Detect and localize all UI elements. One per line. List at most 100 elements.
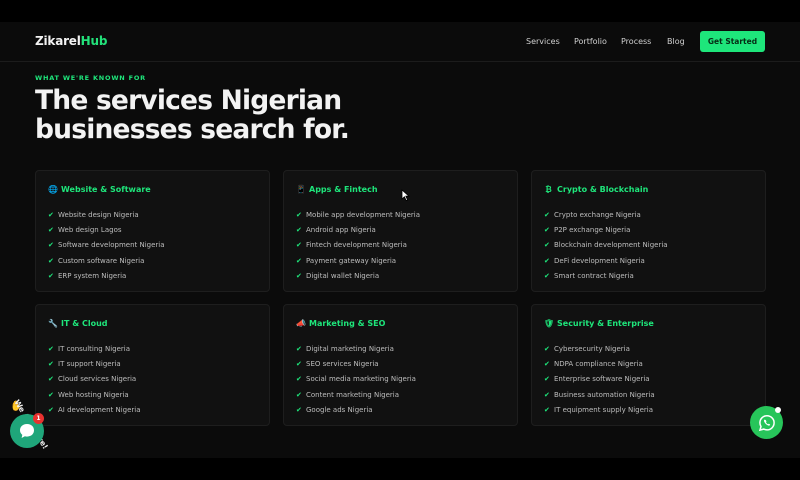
check-icon: ✔: [48, 390, 54, 399]
service-list-item: ✔ Google ads Nigeria: [296, 402, 416, 417]
service-list-item-text: Blockchain development Nigeria: [554, 241, 668, 250]
service-list-item-text: Software development Nigeria: [58, 241, 165, 250]
service-list-item: ✔ AI development Nigeria: [48, 402, 141, 417]
logo-text-primary: Zikarel: [35, 34, 81, 48]
service-list-item-text: Cloud services Nigeria: [58, 375, 137, 384]
check-icon: ✔: [48, 375, 54, 384]
service-list-item-text: NDPA compliance Nigeria: [554, 359, 643, 368]
check-icon: ✔: [296, 241, 302, 250]
card-title: 📱 Apps & Fintech: [296, 185, 378, 194]
page-frame: ZikarelHub Services Portfolio Process Bl…: [0, 22, 800, 458]
service-list-item-text: Social media marketing Nigeria: [306, 375, 416, 384]
check-icon: ✔: [544, 241, 550, 250]
site-header: ZikarelHub Services Portfolio Process Bl…: [0, 22, 800, 62]
nav-services[interactable]: Services: [526, 37, 560, 46]
logo-text-accent: Hub: [80, 34, 108, 48]
service-list-item-text: DeFi development Nigeria: [554, 256, 645, 265]
service-list-item: ✔ Mobile app development Nigeria: [296, 207, 420, 222]
service-list: ✔ Digital marketing Nigeria ✔ SEO services …: [296, 341, 416, 417]
check-icon: ✔: [48, 344, 54, 353]
check-icon: ✔: [544, 390, 550, 399]
service-list: ✔ Website design Nigeria ✔ Web design Lagos…: [48, 207, 165, 283]
service-list-item-text: Cybersecurity Nigeria: [554, 344, 630, 353]
check-icon: ✔: [48, 241, 54, 250]
service-list-item: ✔ Enterprise software Nigeria: [544, 372, 655, 387]
section-headline: The services Nigerian businesses search …: [35, 86, 350, 145]
check-icon: ✔: [544, 375, 550, 384]
service-list-item-text: Android app Nigeria: [306, 225, 376, 234]
check-icon: ✔: [296, 344, 302, 353]
service-list-item: ✔ Crypto exchange Nigeria: [544, 207, 668, 222]
check-icon: ✔: [296, 256, 302, 265]
get-started-button[interactable]: Get Started: [700, 31, 765, 52]
check-icon: ✔: [544, 256, 550, 265]
card-title-text: IT & Cloud: [61, 319, 108, 328]
service-list-item: ✔ Digital marketing Nigeria: [296, 341, 416, 356]
check-icon: ✔: [48, 359, 54, 368]
nav-portfolio[interactable]: Portfolio: [574, 37, 607, 46]
check-icon: ✔: [296, 375, 302, 384]
service-list-item-text: Enterprise software Nigeria: [554, 375, 650, 384]
check-icon: ✔: [296, 405, 302, 414]
service-list-item: ✔ SEO services Nigeria: [296, 356, 416, 371]
service-list-item: ✔ Business automation Nigeria: [544, 387, 655, 402]
check-icon: ✔: [544, 210, 550, 219]
service-list-item: ✔ Content marketing Nigeria: [296, 387, 416, 402]
wrench-icon: 🔧: [48, 319, 58, 328]
phone-icon: 📱: [296, 185, 306, 194]
chat-notification-badge: 1: [33, 413, 44, 424]
service-list-item: ✔ Social media marketing Nigeria: [296, 372, 416, 387]
service-list-item-text: Mobile app development Nigeria: [306, 210, 421, 219]
service-list-item-text: Digital wallet Nigeria: [306, 271, 380, 280]
service-list-item: ✔ DeFi development Nigeria: [544, 253, 668, 268]
check-icon: ✔: [544, 271, 550, 280]
service-list-item: ✔ Custom software Nigeria: [48, 253, 165, 268]
service-card: ₿ Crypto & Blockchain ✔ Crypto exchange Nig…: [531, 170, 766, 292]
service-list-item-text: Website design Nigeria: [58, 210, 139, 219]
card-title-text: Security & Enterprise: [557, 319, 654, 328]
check-icon: ✔: [544, 359, 550, 368]
check-icon: ✔: [296, 390, 302, 399]
service-list-item-text: Content marketing Nigeria: [306, 390, 399, 399]
check-icon: ✔: [48, 225, 54, 234]
check-icon: ✔: [296, 359, 302, 368]
logo[interactable]: ZikarelHub: [35, 34, 107, 48]
service-list-item-text: Fintech development Nigeria: [306, 241, 407, 250]
service-list-item: ✔ ERP system Nigeria: [48, 268, 165, 283]
nav-blog[interactable]: Blog: [667, 37, 685, 46]
check-icon: ✔: [544, 405, 550, 414]
service-list-item-text: Digital marketing Nigeria: [306, 344, 394, 353]
service-list-item: ✔ Android app Nigeria: [296, 222, 420, 237]
service-list-item: ✔ Blockchain development Nigeria: [544, 238, 668, 253]
service-list-item: ✔ Web design Lagos: [48, 222, 165, 237]
card-title-text: Apps & Fintech: [309, 185, 378, 194]
check-icon: ✔: [48, 256, 54, 265]
service-list: ✔ IT consulting Nigeria ✔ IT support Nigeri…: [48, 341, 141, 417]
whatsapp-icon: [758, 414, 775, 431]
chat-bubble-icon: [20, 424, 34, 438]
service-list-item-text: ERP system Nigeria: [58, 271, 127, 280]
service-list-item-text: Google ads Nigeria: [306, 405, 373, 414]
check-icon: ✔: [296, 210, 302, 219]
card-title-text: Website & Software: [61, 185, 151, 194]
service-list-item-text: AI development Nigeria: [58, 405, 141, 414]
globe-icon: 🌐: [48, 185, 58, 194]
megaphone-icon: 📣: [296, 319, 306, 328]
card-title-text: Marketing & SEO: [309, 319, 386, 328]
nav-process[interactable]: Process: [621, 37, 651, 46]
service-list-item: ✔ Website design Nigeria: [48, 207, 165, 222]
service-list-item: ✔ IT consulting Nigeria: [48, 341, 141, 356]
service-list-item: ✔ P2P exchange Nigeria: [544, 222, 668, 237]
service-list-item: ✔ Cybersecurity Nigeria: [544, 341, 655, 356]
check-icon: ✔: [48, 405, 54, 414]
service-list-item: ✔ Payment gateway Nigeria: [296, 253, 420, 268]
headline-line-2: businesses search for.: [35, 114, 350, 145]
section-eyebrow: WHAT WE'RE KNOWN FOR: [35, 74, 146, 82]
service-list-item: ✔ Digital wallet Nigeria: [296, 268, 420, 283]
service-list-item-text: IT equipment supply Nigeria: [554, 405, 653, 414]
service-list-item: ✔ IT equipment supply Nigeria: [544, 402, 655, 417]
service-list-item-text: Business automation Nigeria: [554, 390, 655, 399]
service-list-item-text: Web hosting Nigeria: [58, 390, 129, 399]
service-list: ✔ Crypto exchange Nigeria ✔ P2P exchange Ni…: [544, 207, 668, 283]
mouse-cursor-icon: [401, 189, 411, 202]
